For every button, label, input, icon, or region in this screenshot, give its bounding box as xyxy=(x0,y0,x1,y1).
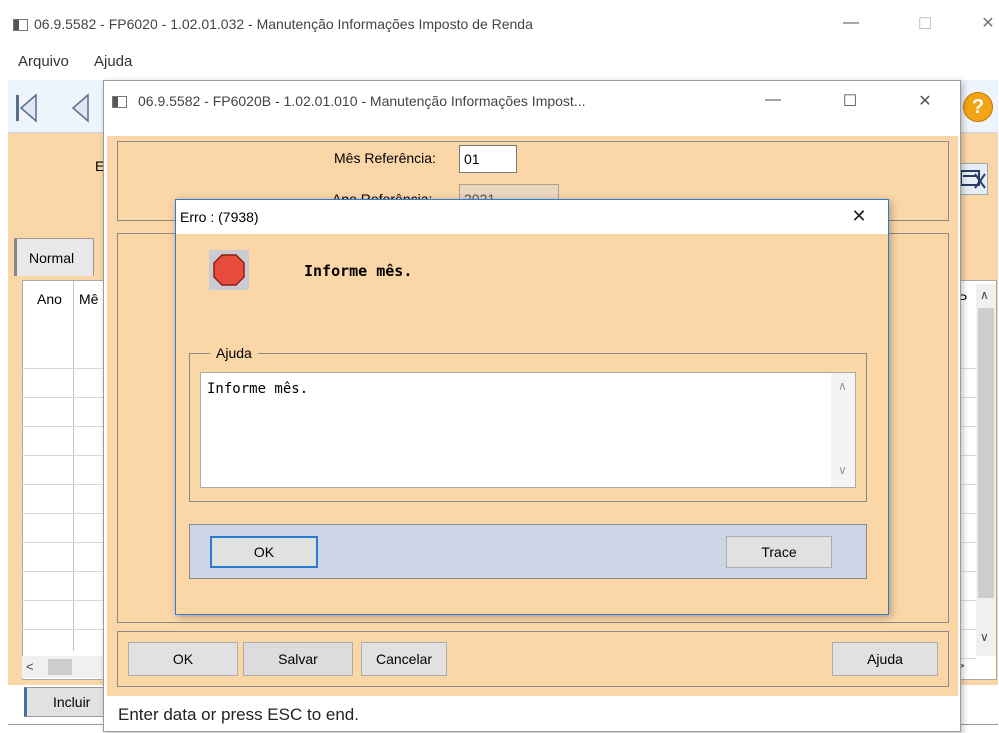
sub-help-button[interactable]: Ajuda xyxy=(832,642,938,676)
grid-vertical-scrollbar[interactable]: ∧ ∨ xyxy=(976,284,996,656)
error-titlebar xyxy=(176,200,888,234)
error-close-button[interactable]: ✕ xyxy=(844,206,874,227)
main-app-icon xyxy=(13,19,28,31)
main-window-title: 06.9.5582 - FP6020 - 1.02.01.032 - Manut… xyxy=(34,16,533,32)
error-message: Informe mês. xyxy=(304,262,413,280)
include-button-label: Incluir xyxy=(53,694,91,710)
error-dialog-title: Erro : (7938) xyxy=(180,209,259,225)
grid-col-ano[interactable]: Ano xyxy=(37,291,62,307)
help-group-label: Ajuda xyxy=(210,345,258,361)
grid-col-mes[interactable]: Mê xyxy=(79,291,98,307)
sub-app-icon xyxy=(112,96,127,108)
first-record-icon[interactable] xyxy=(14,92,38,124)
scroll-up-icon[interactable]: ∧ xyxy=(980,288,989,302)
scroll-down-icon[interactable]: ∨ xyxy=(980,630,989,644)
help-icon[interactable]: ? xyxy=(963,92,993,122)
sub-window-title: 06.9.5582 - FP6020B - 1.02.01.010 - Manu… xyxy=(138,93,586,109)
help-scroll-down-icon[interactable]: ∨ xyxy=(838,463,847,477)
menu-ajuda[interactable]: Ajuda xyxy=(94,53,132,70)
tab-normal[interactable]: Normal xyxy=(14,238,94,276)
sub-cancel-button[interactable]: Cancelar xyxy=(361,642,447,676)
error-trace-button[interactable]: Trace xyxy=(726,536,832,568)
scroll-left-icon[interactable]: < xyxy=(26,659,34,674)
error-ok-button[interactable]: OK xyxy=(210,536,318,568)
month-reference-field[interactable] xyxy=(459,145,517,173)
help-scroll-up-icon[interactable]: ∧ xyxy=(838,379,847,393)
sub-maximize-button[interactable]: ☐ xyxy=(835,91,865,111)
main-maximize-button[interactable]: ☐ xyxy=(910,14,940,34)
main-minimize-button[interactable]: — xyxy=(836,14,866,32)
month-reference-label: Mês Referência: xyxy=(334,150,436,166)
sub-ok-button[interactable]: OK xyxy=(128,642,238,676)
stop-icon xyxy=(209,250,249,290)
main-close-button[interactable]: ✕ xyxy=(976,13,999,33)
sub-save-button[interactable]: Salvar xyxy=(243,642,353,676)
sub-minimize-button[interactable]: — xyxy=(758,91,788,109)
help-textarea[interactable]: Informe mês. ∧ ∨ xyxy=(200,372,856,488)
help-scrollbar[interactable]: ∧ ∨ xyxy=(831,373,855,487)
include-button[interactable]: Incluir xyxy=(24,687,114,717)
help-text: Informe mês. xyxy=(207,381,309,397)
tab-normal-label: Normal xyxy=(29,250,75,266)
status-bar: Enter data or press ESC to end. xyxy=(118,705,359,724)
sub-close-button[interactable]: ✕ xyxy=(910,91,940,111)
sub-buttons-frame xyxy=(117,631,949,687)
scroll-thumb[interactable] xyxy=(978,308,994,598)
h-scroll-thumb[interactable] xyxy=(48,659,72,675)
prev-record-icon[interactable] xyxy=(70,92,90,124)
menu-arquivo[interactable]: Arquivo xyxy=(18,53,69,70)
error-dialog: Erro : (7938) ✕ Informe mês. Ajuda Infor… xyxy=(175,199,889,615)
